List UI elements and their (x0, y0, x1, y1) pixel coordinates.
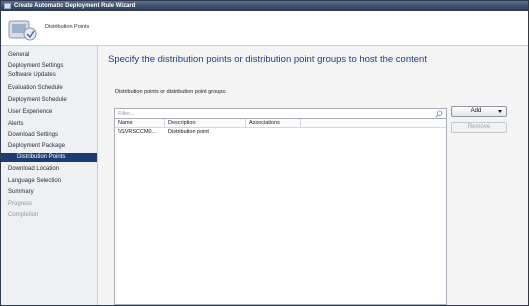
list-header: Name Description Associations (115, 119, 446, 128)
nav-item-download-settings[interactable]: Download Settings (1, 131, 97, 140)
nav-item-progress: Progress (8, 201, 33, 207)
list-label: Distribution points or distribution poin… (115, 89, 227, 95)
wizard-nav: General Deployment Settings Software Upd… (1, 46, 98, 305)
add-button-label: Add (470, 108, 482, 114)
dropdown-arrow-icon (498, 110, 502, 113)
cell-description: Distribution point (168, 129, 209, 135)
add-button[interactable]: Add (451, 106, 507, 117)
filter-placeholder: Filter... (118, 111, 135, 117)
nav-item-user-experience[interactable]: User Experience (1, 108, 97, 117)
nav-item-language-selection[interactable]: Language Selection (1, 177, 97, 186)
nav-item-deployment-settings[interactable]: Deployment Settings (1, 62, 97, 71)
wizard-header: Distribution Points (1, 11, 528, 46)
search-icon[interactable] (435, 110, 443, 118)
cell-associations (246, 128, 301, 136)
nav-item-deployment-schedule[interactable]: Deployment Schedule (1, 96, 97, 105)
column-header-associations[interactable]: Associations (246, 119, 301, 127)
nav-item-evaluation-schedule[interactable]: Evaluation Schedule (1, 84, 97, 93)
column-header-name[interactable]: Name (115, 119, 165, 127)
wizard-window-icon (4, 3, 11, 9)
filter-input[interactable]: Filter... (114, 108, 447, 119)
nav-item-download-location[interactable]: Download Location (1, 165, 97, 174)
remove-button: Remove (451, 122, 507, 133)
wizard-content: Specify the distribution points or distr… (98, 46, 528, 305)
nav-item-general[interactable]: General (1, 51, 97, 60)
column-header-description[interactable]: Description (165, 119, 246, 127)
page-heading: Specify the distribution points or distr… (108, 54, 427, 65)
nav-item-distribution-points[interactable]: Distribution Points (1, 153, 97, 162)
nav-item-software-updates[interactable]: Software Updates (1, 71, 97, 80)
cell-name: \\SVRSCCM0... (118, 129, 157, 135)
table-row[interactable]: \\SVRSCCM0... Distribution point (115, 128, 446, 136)
wizard-window: Create Automatic Deployment Rule Wizard … (0, 0, 529, 306)
nav-item-completion: Completion (8, 212, 39, 218)
nav-item-deployment-package[interactable]: Deployment Package (1, 142, 97, 151)
distribution-points-icon (8, 20, 37, 41)
window-title: Create Automatic Deployment Rule Wizard (14, 3, 136, 9)
header-page-name: Distribution Points (45, 24, 90, 30)
distribution-points-list[interactable]: Name Description Associations \\SVRSCCM0… (114, 119, 447, 305)
nav-item-alerts[interactable]: Alerts (1, 120, 97, 129)
title-bar[interactable]: Create Automatic Deployment Rule Wizard (1, 1, 528, 11)
nav-item-summary[interactable]: Summary (1, 188, 97, 197)
